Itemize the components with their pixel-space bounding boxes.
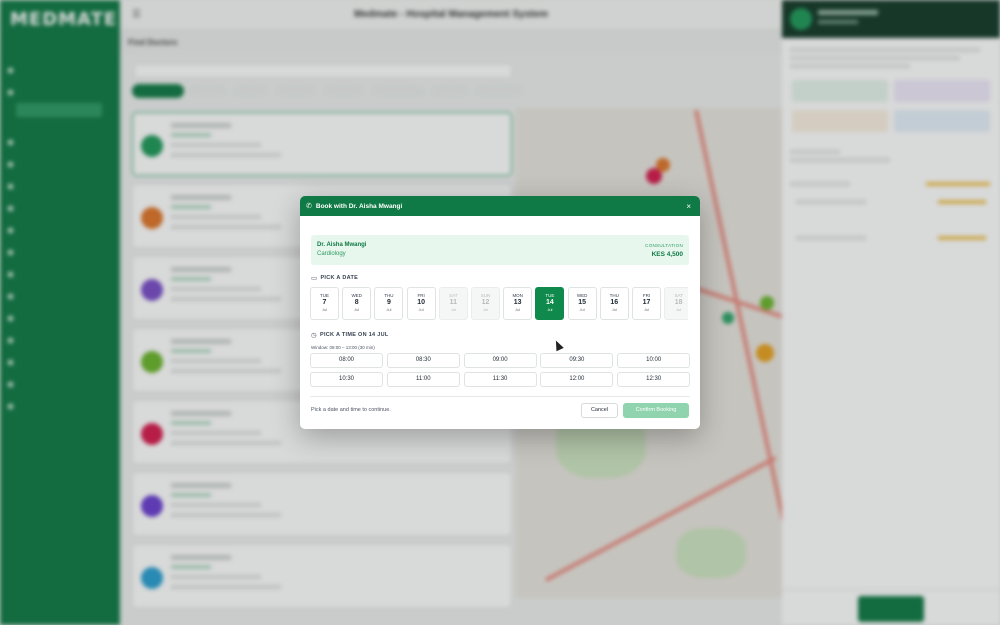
- time-slot-1200[interactable]: 12:00: [540, 372, 614, 387]
- time-slot-0930[interactable]: 09:30: [540, 353, 614, 368]
- pick-time-label: PICK A TIME ON 14 JUL: [319, 332, 389, 338]
- date-option-7[interactable]: TUE 7 Jul: [310, 287, 339, 320]
- date-weekday: SAT: [674, 293, 683, 298]
- fee-label: CONSULTATION: [645, 243, 683, 248]
- date-month: Jul: [418, 307, 424, 312]
- time-slot-1000[interactable]: 10:00: [617, 353, 691, 368]
- date-month: Jul: [579, 307, 585, 312]
- date-day: 13: [513, 299, 522, 306]
- calendar-icon: ▭: [311, 275, 318, 282]
- date-weekday: THU: [609, 293, 619, 298]
- date-weekday: FRI: [642, 293, 651, 298]
- date-option-8[interactable]: WED 8 Jul: [342, 287, 372, 320]
- date-day: 11: [449, 299, 457, 306]
- date-day: 10: [417, 299, 425, 306]
- date-month: Jul: [450, 307, 456, 312]
- time-window: Window: 08:00 – 13:00 (30 min): [311, 345, 375, 350]
- date-day: 17: [642, 299, 651, 306]
- cancel-button[interactable]: Cancel: [581, 403, 618, 418]
- date-month: Jul: [386, 307, 392, 312]
- date-option-11: SAT 11 Jul: [438, 287, 468, 320]
- date-day: 16: [610, 299, 619, 306]
- time-slot-0800[interactable]: 08:00: [310, 353, 383, 368]
- date-option-18: SAT 18 Jul: [664, 287, 688, 320]
- clock-icon: ◷: [311, 332, 317, 339]
- date-weekday: WED: [576, 293, 588, 298]
- booking-modal: ✆ Book with Dr. Aisha Mwangi × Dr. Aisha…: [300, 196, 700, 429]
- date-month: Jul: [354, 307, 360, 312]
- time-slot-0830[interactable]: 08:30: [386, 353, 460, 368]
- date-month: Jul: [643, 307, 650, 312]
- booking-hint: Pick a date and time to continue.: [311, 407, 391, 413]
- pick-date-label: PICK A DATE: [320, 275, 359, 281]
- consultation-fee: KES 4,500: [651, 251, 683, 258]
- date-month: Jul: [321, 307, 328, 312]
- date-day: 18: [674, 299, 683, 306]
- date-weekday: MON: [512, 293, 523, 298]
- time-slot-1030[interactable]: 10:30: [310, 372, 383, 387]
- date-option-12: SUN 12 Jul: [471, 287, 500, 320]
- phone-icon: ✆: [306, 203, 312, 210]
- date-weekday: SAT: [449, 293, 458, 298]
- close-icon[interactable]: ×: [683, 202, 694, 211]
- date-day: 8: [354, 299, 359, 306]
- date-option-16[interactable]: THU 16 Jul: [599, 287, 629, 320]
- date-month: Jul: [482, 307, 489, 312]
- modal-title: Book with Dr. Aisha Mwangi: [315, 202, 403, 210]
- confirm-booking-button[interactable]: Confirm Booking: [623, 403, 689, 418]
- date-option-15[interactable]: WED 15 Jul: [567, 287, 597, 320]
- date-weekday: TUE: [545, 293, 555, 298]
- date-option-10[interactable]: FRI 10 Jul: [406, 287, 436, 320]
- date-option-17[interactable]: FRI 17 Jul: [632, 287, 661, 320]
- date-month: Jul: [515, 307, 521, 312]
- date-month: Jul: [676, 307, 682, 312]
- date-option-14[interactable]: TUE 14 Jul: [535, 287, 565, 320]
- doctor-specialty: Cardiology: [317, 251, 346, 257]
- date-day: 14: [545, 299, 554, 306]
- date-day: 7: [322, 299, 327, 306]
- date-weekday: FRI: [417, 293, 425, 298]
- date-month: Jul: [611, 307, 617, 312]
- date-month: Jul: [547, 307, 553, 312]
- doctor-summary: Dr. Aisha Mwangi Cardiology CONSULTATION…: [311, 235, 689, 265]
- date-day: 9: [386, 299, 391, 306]
- modal-header: ✆ Book with Dr. Aisha Mwangi ×: [300, 196, 700, 216]
- date-picker: TUE 7 Jul WED 8 Jul THU 9 Jul FRI 10 Jul SAT 11 Jul SUN…: [310, 287, 688, 321]
- doctor-name: Dr. Aisha Mwangi: [317, 242, 367, 248]
- pick-time-heading: ◷ PICK A TIME ON 14 JUL: [311, 331, 389, 339]
- divider: [310, 396, 690, 397]
- date-option-13[interactable]: MON 13 Jul: [503, 287, 533, 320]
- time-slot-1230[interactable]: 12:30: [617, 372, 691, 387]
- pick-date-heading: ▭ PICK A DATE: [311, 274, 358, 282]
- date-weekday: TUE: [320, 293, 329, 298]
- time-slot-1100[interactable]: 11:00: [386, 372, 460, 387]
- date-weekday: SUN: [480, 293, 491, 298]
- date-day: 15: [578, 299, 586, 306]
- date-day: 12: [481, 299, 490, 306]
- time-slot-0900[interactable]: 09:00: [463, 353, 537, 368]
- date-option-9[interactable]: THU 9 Jul: [374, 287, 404, 320]
- date-weekday: WED: [351, 293, 362, 298]
- time-slot-1130[interactable]: 11:30: [463, 372, 537, 387]
- date-weekday: THU: [384, 293, 394, 298]
